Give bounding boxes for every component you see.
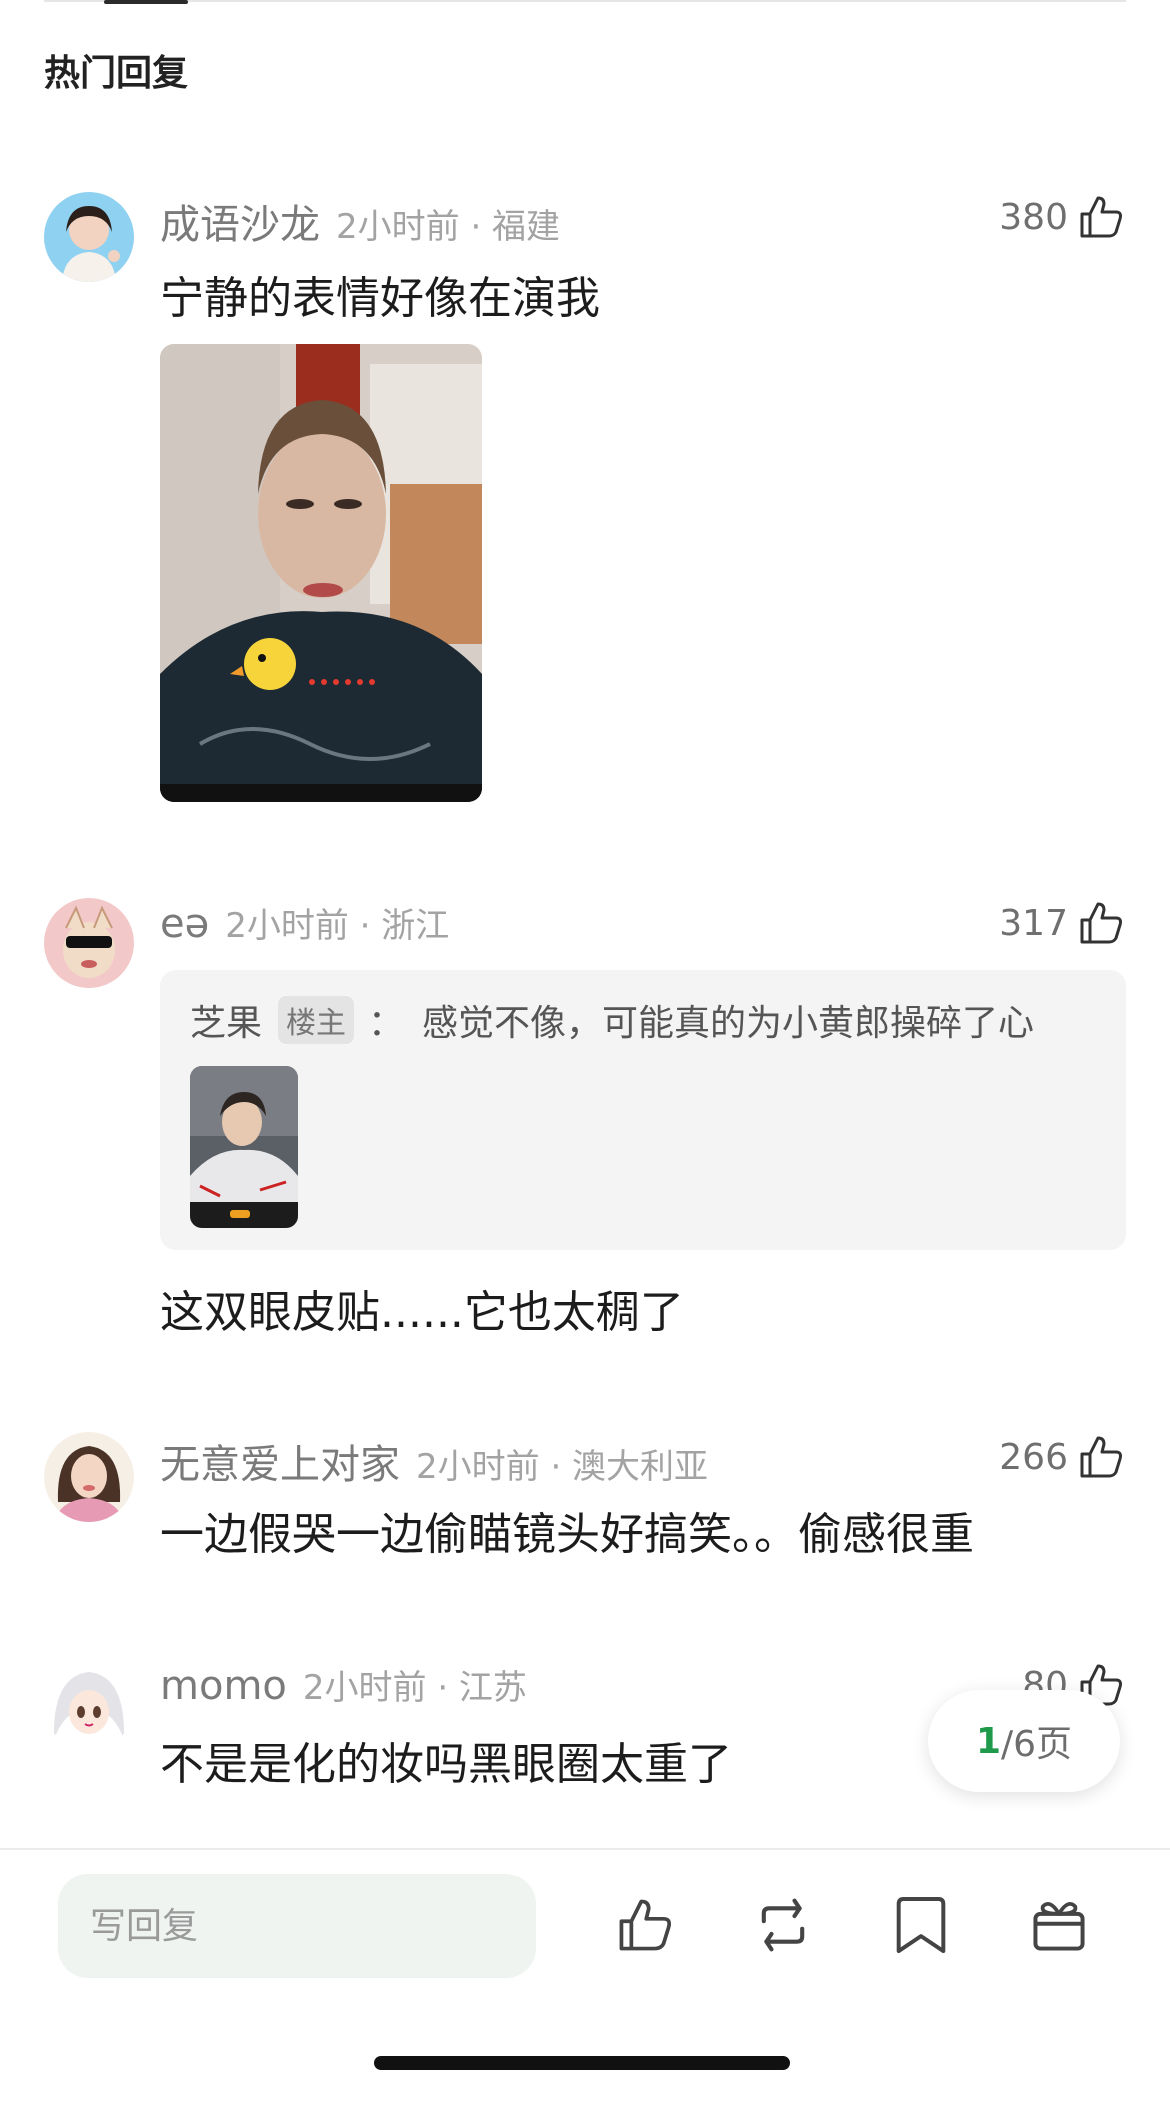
repost-icon (761, 1898, 805, 1952)
time-location: 2小时前 · 澳大利亚 (416, 1447, 709, 1487)
comment-meta: eə 2小时前 · 浙江 (160, 898, 449, 947)
quote-colon: ： (368, 1003, 405, 1044)
thumbs-up-icon (619, 1899, 672, 1951)
comment-text: 不是是化的妆吗黑眼圈太重了 (160, 1739, 732, 1790)
home-indicator[interactable] (374, 2056, 790, 2070)
bookmark-button[interactable] (888, 1892, 954, 1958)
username[interactable]: eə (160, 901, 209, 947)
time-location: 2小时前 · 江苏 (302, 1668, 527, 1708)
comment-meta: 无意爱上对家 2小时前 · 澳大利亚 (160, 1432, 708, 1490)
comment-meta: 成语沙龙 2小时前 · 福建 (160, 192, 560, 250)
bookmark-icon (896, 1896, 946, 1954)
username[interactable]: 无意爱上对家 (160, 1432, 400, 1490)
like-count: 266 (999, 1436, 1068, 1478)
like-count: 317 (999, 902, 1068, 944)
avatar[interactable] (44, 192, 134, 282)
time-location: 2小时前 · 浙江 (225, 906, 450, 946)
top-divider (44, 0, 1126, 2)
total-pages: /6页 (1001, 1724, 1073, 1765)
comment-item: 无意爱上对家 2小时前 · 澳大利亚 266 一边假哭一边偷瞄镜头好搞笑。。偷感… (44, 1432, 1126, 1582)
section-title: 热门回复 (44, 53, 189, 94)
gift-icon (1033, 1902, 1085, 1951)
comment-text: 宁静的表情好像在演我 (160, 273, 600, 324)
like-count: 380 (999, 196, 1068, 238)
comment-item: 成语沙龙 2小时前 · 福建 380 宁静的表情好像在演我 (44, 192, 1126, 812)
quoted-reply[interactable]: 芝果 楼主 ： 感觉不像，可能真的为小黄郎操碎了心 (160, 970, 1126, 1250)
repost-button[interactable] (750, 1892, 816, 1958)
avatar[interactable] (44, 898, 134, 988)
quoted-text: 感觉不像，可能真的为小黄郎操碎了心 (422, 1003, 1035, 1044)
thumbs-up-icon (1080, 902, 1122, 944)
time-location: 2小时前 · 福建 (336, 207, 561, 247)
avatar[interactable] (44, 1432, 134, 1522)
like-button[interactable]: 317 (999, 898, 1126, 948)
thumbs-up-icon (1080, 1436, 1122, 1478)
username[interactable]: 成语沙龙 (160, 192, 320, 250)
thumbs-up-icon (1080, 196, 1122, 238)
bottom-action-bar (0, 1848, 1170, 2110)
comment-text: 一边假哭一边偷瞄镜头好搞笑。。偷感很重 (160, 1509, 974, 1560)
like-button[interactable]: 266 (999, 1432, 1126, 1482)
comment-meta: momo 2小时前 · 江苏 (160, 1660, 527, 1709)
author-badge: 楼主 (278, 996, 355, 1044)
quoted-username[interactable]: 芝果 (190, 994, 262, 1046)
like-button[interactable]: 380 (999, 192, 1126, 242)
username[interactable]: momo (160, 1663, 287, 1709)
page-indicator[interactable]: 1 /6页 (928, 1690, 1120, 1792)
comment-text: 这双眼皮贴......它也太稠了 (160, 1287, 684, 1338)
current-page: 1 (975, 1720, 1001, 1762)
avatar[interactable] (44, 1660, 134, 1750)
tab-indicator (104, 0, 188, 4)
like-action-button[interactable] (612, 1892, 678, 1958)
quoted-reply-header: 芝果 楼主 ： 感觉不像，可能真的为小黄郎操碎了心 (190, 994, 1034, 1046)
quoted-image[interactable] (190, 1066, 298, 1228)
reply-input[interactable] (58, 1874, 536, 1978)
comment-item: eə 2小时前 · 浙江 317 芝果 楼主 ： 感觉不像，可能真的为小黄郎操碎… (44, 898, 1126, 1338)
comment-image[interactable] (160, 344, 482, 802)
gift-button[interactable] (1026, 1892, 1092, 1958)
